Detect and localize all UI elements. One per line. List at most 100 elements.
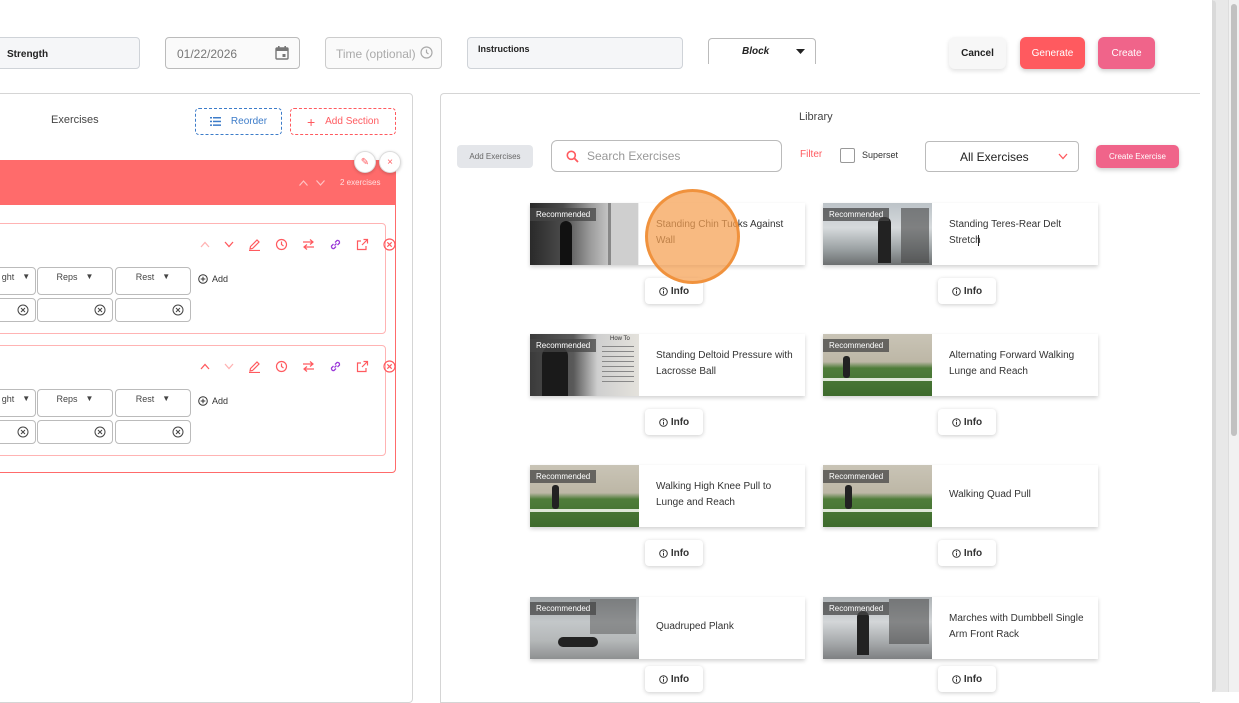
close-circle-icon[interactable] <box>383 238 396 251</box>
delete-section-button[interactable]: × <box>379 151 401 173</box>
info-icon <box>659 286 668 296</box>
exercise-card[interactable]: Recommended Walking High Knee Pull to Lu… <box>530 465 805 527</box>
exercise-card[interactable]: How To Recommended Standing Deltoid Pres… <box>530 334 805 396</box>
calendar-icon[interactable] <box>275 46 289 60</box>
rest-input[interactable] <box>115 298 191 322</box>
create-exercise-button[interactable]: Create Exercise <box>1096 145 1179 168</box>
reorder-button[interactable]: Reorder <box>195 108 282 135</box>
clear-icon[interactable] <box>172 304 184 316</box>
time-placeholder: Time (optional) <box>336 47 416 61</box>
recommended-badge: Recommended <box>823 339 890 352</box>
link-icon[interactable] <box>329 238 342 251</box>
section-header[interactable]: 2 exercises <box>0 160 396 205</box>
clear-icon[interactable] <box>17 426 29 438</box>
chevron-up-icon[interactable] <box>200 241 210 248</box>
pencil-icon: ✎ <box>360 156 370 168</box>
pencil-icon[interactable] <box>248 360 261 373</box>
chevron-up-icon[interactable] <box>200 363 210 370</box>
pencil-icon[interactable] <box>248 238 261 251</box>
clear-icon[interactable] <box>172 426 184 438</box>
info-button[interactable]: Info <box>645 409 703 435</box>
generate-button[interactable]: Generate <box>1020 37 1085 69</box>
history-icon[interactable] <box>275 360 288 373</box>
recommended-badge: Recommended <box>530 602 597 615</box>
person-silhouette <box>552 485 559 509</box>
clear-icon[interactable] <box>94 304 106 316</box>
person-silhouette <box>558 637 598 647</box>
create-button[interactable]: Create <box>1098 37 1155 69</box>
filter-button[interactable]: Filter <box>800 149 822 160</box>
instructions-field[interactable]: Instructions <box>467 37 683 69</box>
reps-input[interactable] <box>37 298 113 322</box>
exercise-card[interactable]: Recommended Standing Teres-Rear Delt Str… <box>823 203 1098 265</box>
exercise-thumbnail: Recommended <box>823 203 932 265</box>
reps-label: Reps <box>56 272 78 282</box>
exercise-card[interactable]: Recommended Quadruped Plank <box>530 597 805 659</box>
scrollbar-thumb[interactable] <box>1231 4 1237 436</box>
person-silhouette <box>878 217 891 263</box>
search-input[interactable]: Search Exercises <box>551 140 782 172</box>
info-button[interactable]: Info <box>645 540 703 566</box>
recommended-badge: Recommended <box>530 470 597 483</box>
history-icon[interactable] <box>275 238 288 251</box>
text-lines <box>602 346 634 386</box>
reorder-label: Reorder <box>230 116 268 127</box>
rest-select[interactable]: Rest ▼ <box>115 389 191 417</box>
external-link-icon[interactable] <box>356 360 369 373</box>
rest-select[interactable]: Rest ▼ <box>115 267 191 295</box>
cancel-button[interactable]: Cancel <box>949 37 1006 69</box>
info-icon <box>952 286 961 296</box>
clear-icon[interactable] <box>94 426 106 438</box>
swap-icon[interactable] <box>302 361 315 372</box>
superset-label: Superset <box>862 150 899 160</box>
add-section-button[interactable]: + Add Section <box>290 108 396 135</box>
add-set-button[interactable]: Add <box>198 396 228 406</box>
clear-icon[interactable] <box>17 304 29 316</box>
create-exercise-label: Create Exercise <box>1109 152 1166 161</box>
info-icon <box>952 548 961 558</box>
info-icon <box>952 417 961 427</box>
date-field[interactable]: 01/22/2026 <box>165 37 300 69</box>
reps-select[interactable]: Reps ▼ <box>37 389 113 417</box>
info-button[interactable]: Info <box>938 278 996 304</box>
thumbnail-text: How To <box>610 336 630 342</box>
swap-icon[interactable] <box>302 239 315 250</box>
edit-section-button[interactable]: ✎ <box>354 151 376 173</box>
info-label: Info <box>963 673 983 685</box>
chevron-up-icon[interactable] <box>299 180 308 186</box>
external-link-icon[interactable] <box>356 238 369 251</box>
category-field[interactable]: Strength <box>0 37 140 69</box>
weight-select[interactable]: ght ▼ <box>0 389 36 417</box>
info-label: Info <box>670 673 690 685</box>
reps-input[interactable] <box>37 420 113 444</box>
info-label: Info <box>670 416 690 428</box>
exercise-card[interactable]: Recommended Marches with Dumbbell Single… <box>823 597 1098 659</box>
rest-input[interactable] <box>115 420 191 444</box>
info-button[interactable]: Info <box>938 540 996 566</box>
info-button[interactable]: Info <box>938 409 996 435</box>
info-button[interactable]: Info <box>938 666 996 692</box>
exercise-card[interactable]: Recommended Alternating Forward Walking … <box>823 334 1098 396</box>
add-set-button[interactable]: Add <box>198 274 228 284</box>
type-select[interactable]: Block <box>708 38 816 64</box>
rest-label: Rest <box>135 272 155 282</box>
time-field[interactable]: Time (optional) <box>325 37 442 69</box>
close-circle-icon[interactable] <box>383 360 396 373</box>
weight-select[interactable]: ght ▼ <box>0 267 36 295</box>
chevron-down-icon[interactable] <box>224 363 234 370</box>
date-value: 01/22/2026 <box>177 47 238 61</box>
chevron-down-icon[interactable] <box>224 241 234 248</box>
caret-down-icon: ▼ <box>162 394 171 403</box>
category-select[interactable]: All Exercises <box>925 141 1079 172</box>
info-button[interactable]: Info <box>645 666 703 692</box>
link-icon[interactable] <box>329 360 342 373</box>
weight-input[interactable] <box>0 420 36 444</box>
cancel-label: Cancel <box>961 47 994 59</box>
add-exercises-button[interactable]: Add Exercises <box>457 145 533 168</box>
reps-select[interactable]: Reps ▼ <box>37 267 113 295</box>
superset-checkbox[interactable] <box>840 148 855 163</box>
reps-label: Reps <box>56 394 78 404</box>
exercise-card[interactable]: Recommended Walking Quad Pull <box>823 465 1098 527</box>
chevron-down-icon[interactable] <box>316 180 325 186</box>
weight-input[interactable] <box>0 298 36 322</box>
